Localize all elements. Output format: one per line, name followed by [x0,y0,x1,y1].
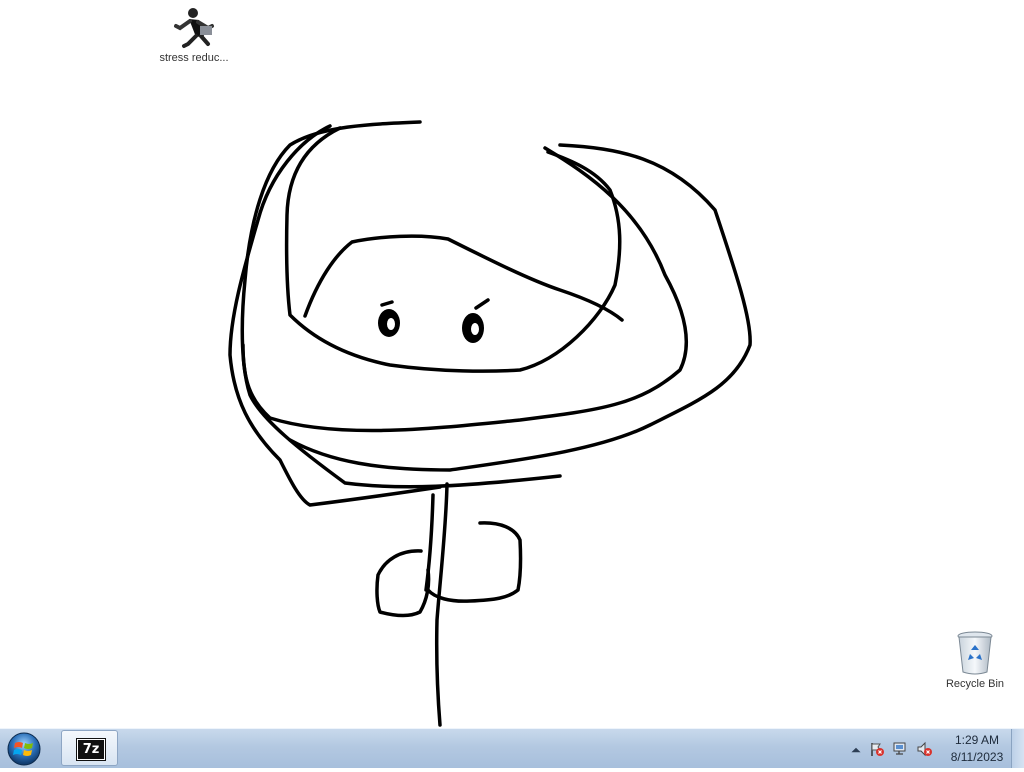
desktop-icon-recycle-bin[interactable]: Recycle Bin [933,630,1017,690]
desktop-icon-label: Recycle Bin [945,678,1005,690]
7zip-icon: 7z [76,738,106,761]
windows-orb-icon [7,732,41,766]
start-button[interactable] [5,731,43,767]
taskbar-button-7zip[interactable]: 7z [61,730,118,766]
desktop-icon-stress-reducer[interactable]: stress reduc... [152,6,236,64]
recycle-bin-icon [957,631,993,675]
show-desktop-button[interactable] [1011,729,1024,768]
action-center-flag-icon[interactable] [869,741,885,757]
desktop-icon-label: stress reduc... [159,52,229,64]
network-icon[interactable] [892,741,908,757]
taskbar-clock[interactable]: 1:29 AM 8/11/2023 [942,732,1012,766]
taskbar: 7z 1:29 AM 8/11/2023 [0,728,1024,768]
volume-muted-icon[interactable] [916,741,932,757]
running-man-icon [174,8,214,48]
show-hidden-icons-arrow-icon[interactable] [848,742,864,758]
clock-date: 8/11/2023 [950,750,1004,764]
clock-time: 1:29 AM [954,733,1000,747]
desktop-drawing [228,120,752,727]
